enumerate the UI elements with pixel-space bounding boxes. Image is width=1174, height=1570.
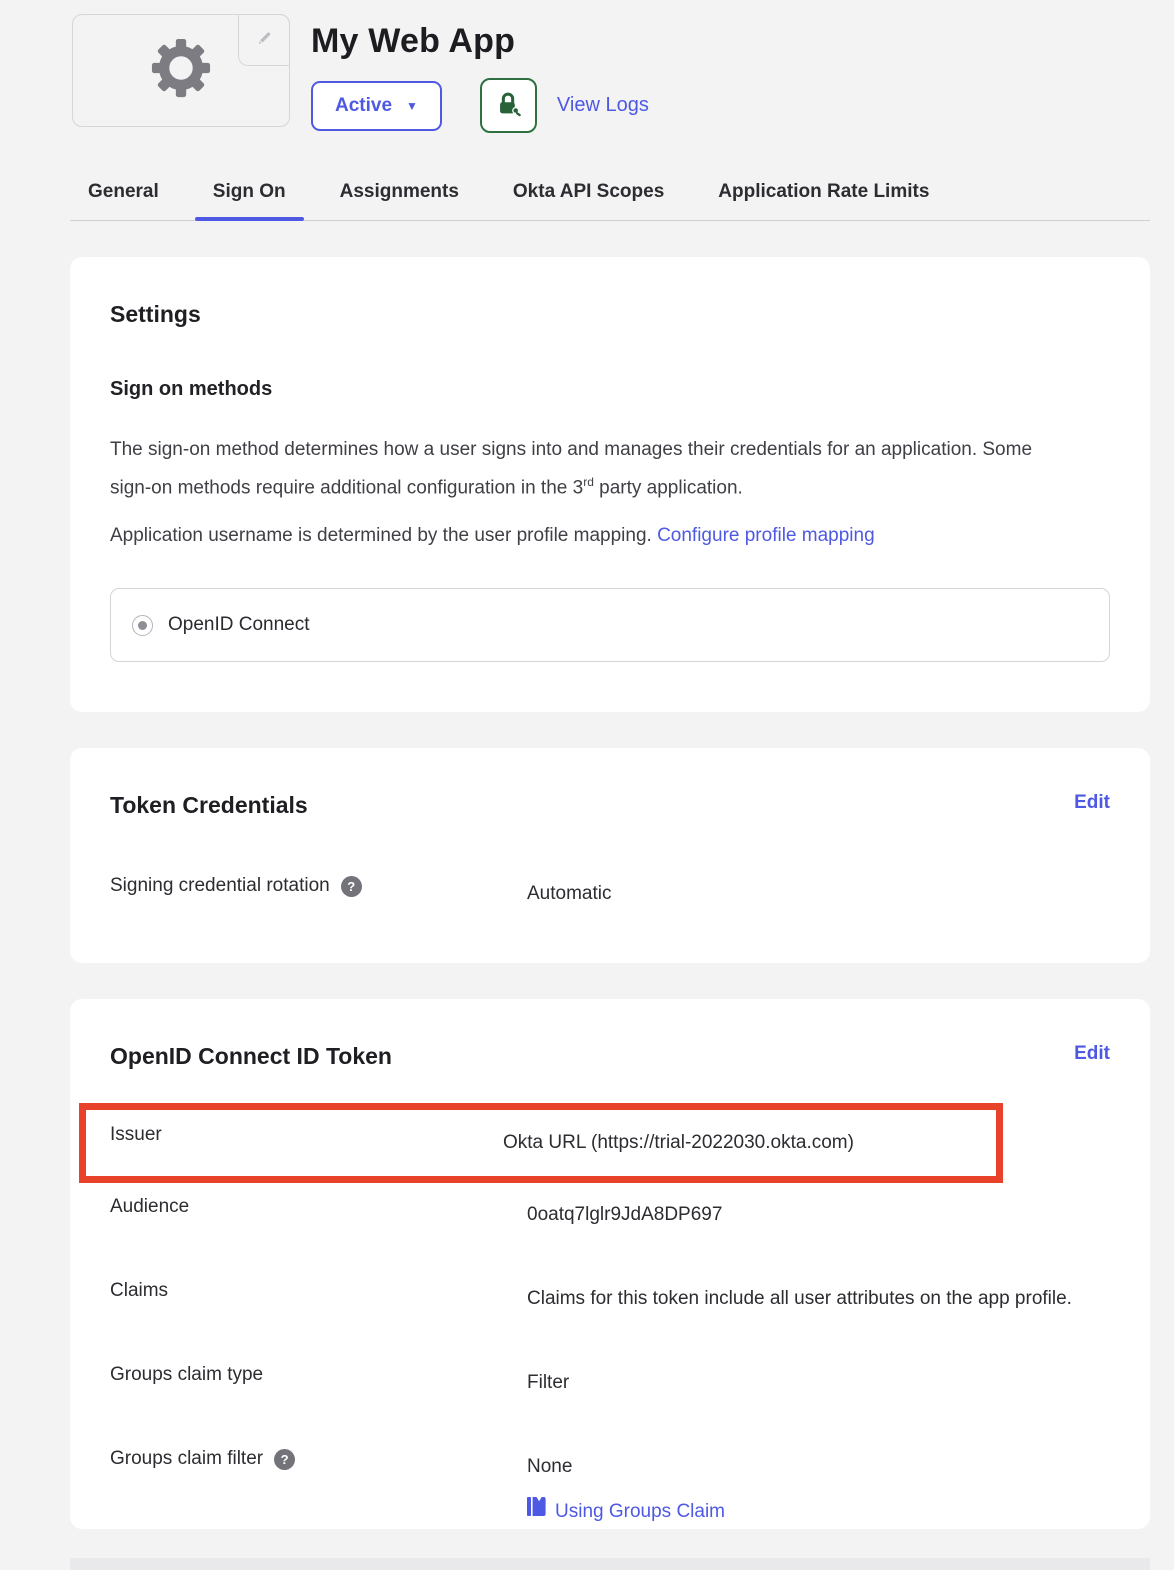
configure-profile-mapping-link[interactable]: Configure profile mapping [657, 525, 875, 546]
app-page: My Web App Active ▼ V [0, 14, 1174, 1529]
question-mark-icon[interactable]: ? [274, 1449, 295, 1470]
row-label: Audience [110, 1196, 527, 1218]
app-header: My Web App Active ▼ V [72, 14, 1150, 133]
pencil-icon [254, 28, 274, 53]
app-logo-box [72, 14, 290, 127]
claims-row: Claims Claims for this token include all… [110, 1280, 1110, 1318]
row-label: Issuer [110, 1124, 503, 1146]
sign-on-methods-heading: Sign on methods [110, 378, 1110, 401]
row-label: Signing credential rotation ? [110, 875, 527, 897]
token-credentials-header: Token Credentials Edit [110, 792, 1110, 819]
id-token-title: OpenID Connect ID Token [110, 1043, 392, 1070]
tab-application-rate-limits[interactable]: Application Rate Limits [700, 181, 947, 220]
groups-claim-filter-row: Groups claim filter ? None Using [110, 1448, 1110, 1529]
token-credentials-title: Token Credentials [110, 792, 308, 819]
tab-sign-on[interactable]: Sign On [195, 181, 304, 220]
sign-on-policy-button[interactable] [480, 78, 537, 133]
row-value: 0oatq7lglr9JdA8DP697 [527, 1196, 722, 1234]
sign-on-method-option[interactable]: OpenID Connect [110, 588, 1110, 662]
row-value: Automatic [527, 875, 611, 913]
header-main: My Web App Active ▼ V [311, 14, 649, 133]
issuer-row: Issuer Okta URL (https://trial-2022030.o… [110, 1124, 996, 1162]
view-logs-link[interactable]: View Logs [557, 94, 649, 117]
edit-id-token-link[interactable]: Edit [1074, 1043, 1110, 1065]
settings-card-title: Settings [110, 301, 1110, 328]
row-value: Filter [527, 1364, 569, 1402]
token-credentials-card: Token Credentials Edit Signing credentia… [70, 748, 1150, 963]
book-icon [527, 1493, 546, 1529]
id-token-header: OpenID Connect ID Token Edit [110, 1043, 1110, 1070]
tab-bar: General Sign On Assignments Okta API Sco… [70, 181, 1150, 221]
token-credentials-rows: Signing credential rotation ? Automatic [110, 875, 1110, 913]
gear-icon [151, 38, 211, 103]
superscript-rd: rd [583, 475, 594, 489]
row-label: Claims [110, 1280, 527, 1302]
page-title: My Web App [311, 22, 649, 61]
sign-on-methods-description: The sign-on method determines how a user… [110, 433, 1070, 504]
signing-credential-rotation-row: Signing credential rotation ? Automatic [110, 875, 1110, 913]
radio-selected-icon[interactable] [132, 615, 153, 636]
username-mapping-description: Application username is determined by th… [110, 519, 1070, 552]
status-dropdown[interactable]: Active ▼ [311, 81, 442, 131]
tab-assignments[interactable]: Assignments [322, 181, 477, 220]
sign-on-method-label: OpenID Connect [168, 614, 310, 636]
row-label: Groups claim filter ? [110, 1448, 527, 1470]
settings-card: Settings Sign on methods The sign-on met… [70, 257, 1150, 712]
edit-token-credentials-link[interactable]: Edit [1074, 792, 1110, 814]
row-value: Okta URL (https://trial-2022030.okta.com… [503, 1124, 854, 1162]
tab-general[interactable]: General [70, 181, 177, 220]
edit-logo-button[interactable] [238, 14, 290, 66]
status-label: Active [335, 95, 392, 117]
lock-key-icon [494, 90, 522, 121]
id-token-card: OpenID Connect ID Token Edit Issuer Okta… [70, 999, 1150, 1529]
groups-claim-type-row: Groups claim type Filter [110, 1364, 1110, 1402]
id-token-rows: Audience 0oatq7lglr9JdA8DP697 Claims Cla… [110, 1196, 1110, 1529]
radio-dot [138, 621, 147, 630]
chevron-down-icon: ▼ [406, 99, 418, 113]
audience-row: Audience 0oatq7lglr9JdA8DP697 [110, 1196, 1110, 1234]
issuer-annotation-highlight: Issuer Okta URL (https://trial-2022030.o… [79, 1103, 1003, 1183]
groups-claim-filter-value: None [527, 1448, 725, 1486]
row-value: None Using Groups Claim [527, 1448, 725, 1529]
row-value: Claims for this token include all user a… [527, 1280, 1072, 1318]
question-mark-icon[interactable]: ? [341, 876, 362, 897]
header-actions: Active ▼ View Logs [311, 78, 649, 133]
card-section-divider [70, 1558, 1150, 1570]
tab-okta-api-scopes[interactable]: Okta API Scopes [495, 181, 682, 220]
using-groups-claim-link[interactable]: Using Groups Claim [527, 1493, 725, 1529]
row-label: Groups claim type [110, 1364, 527, 1386]
